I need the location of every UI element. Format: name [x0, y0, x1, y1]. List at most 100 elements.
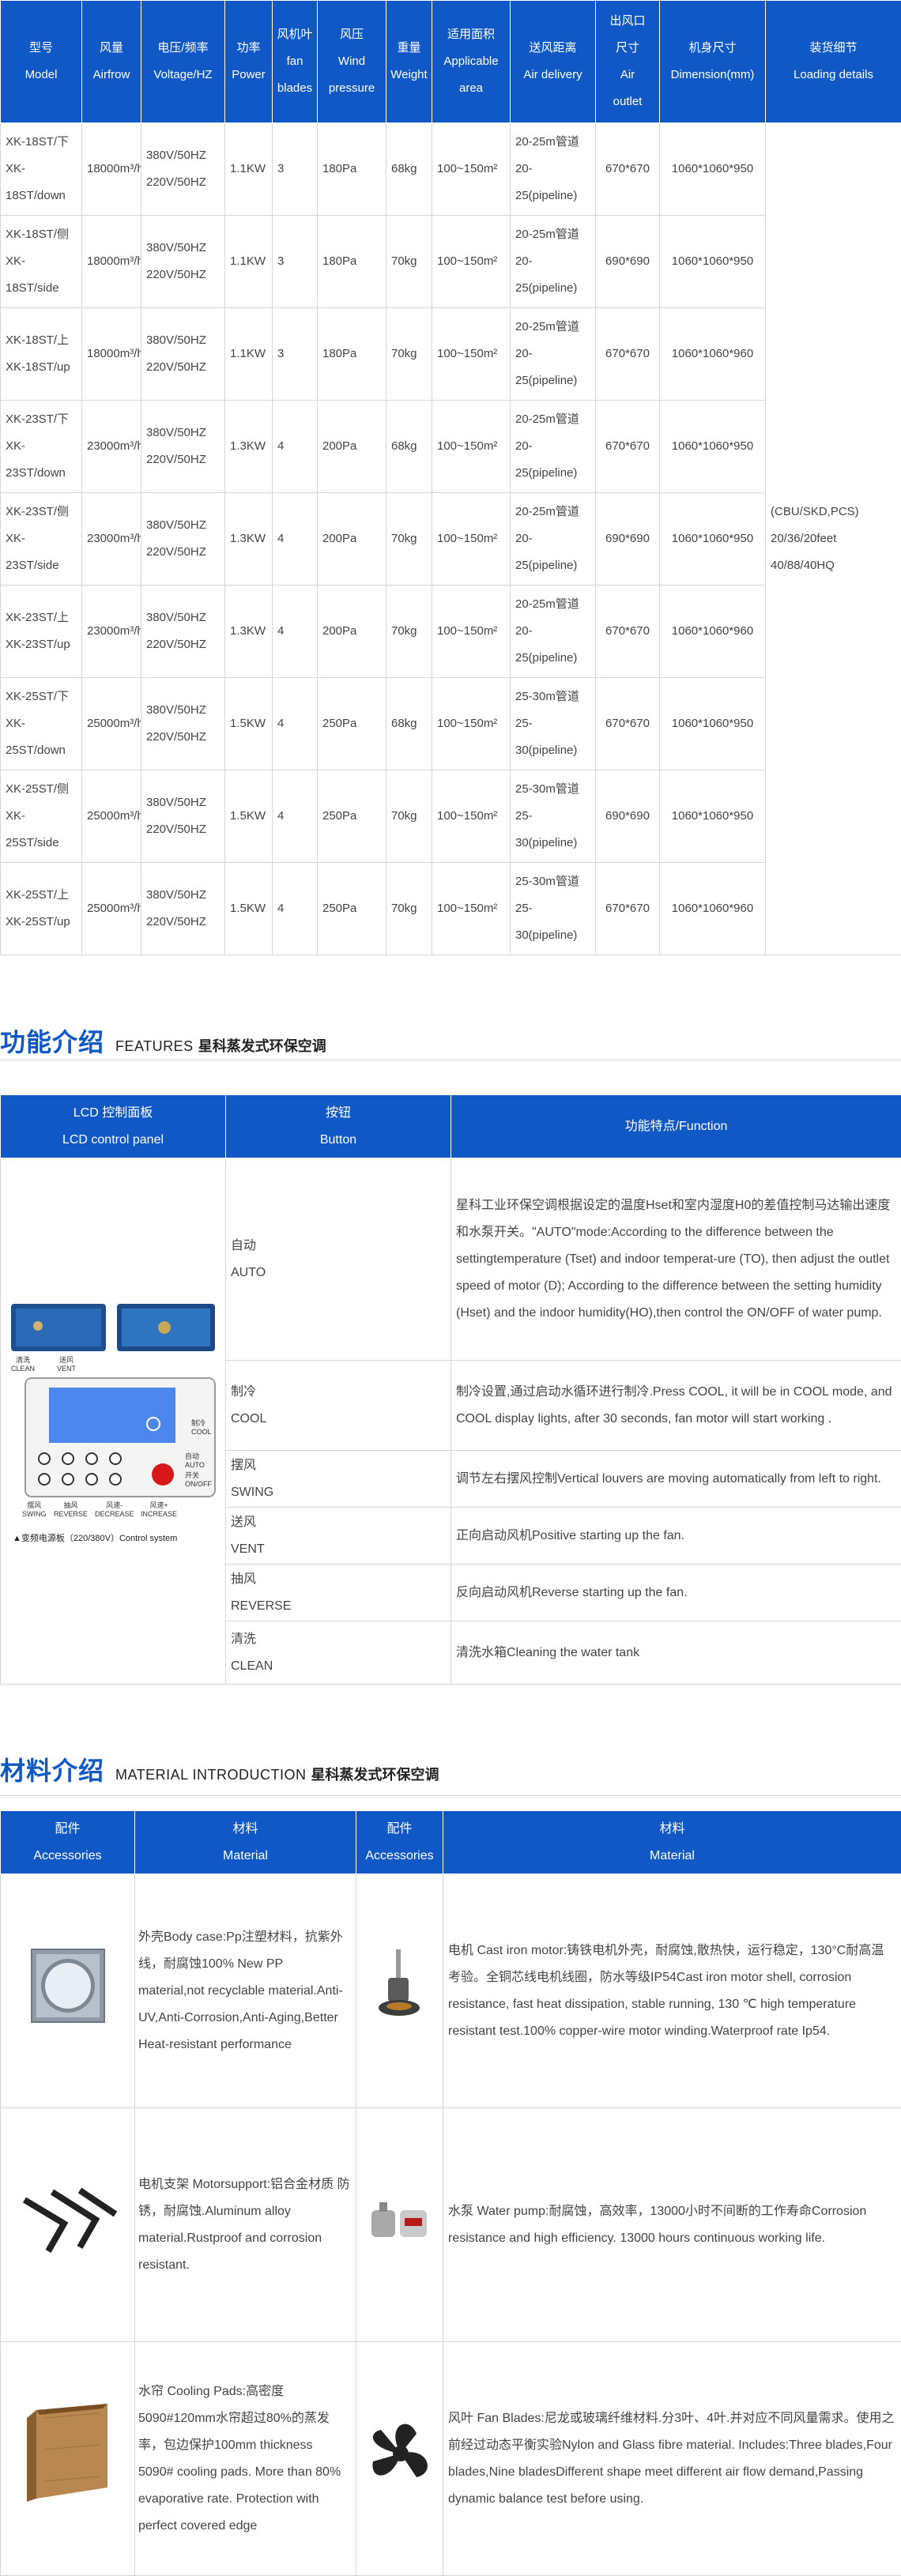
label-decrease: 风速-DECREASE	[95, 1501, 134, 1519]
feature-button-en: SWING	[231, 1479, 446, 1506]
spec-cell-dimension: 1060*1060*960	[660, 586, 766, 678]
spec-cell-weight: 70kg	[386, 770, 432, 863]
spec-cell-pressure: 180Pa	[318, 308, 386, 401]
spec-cell-weight: 70kg	[386, 586, 432, 678]
spec-cell-outlet: 690*690	[596, 493, 660, 586]
feature-button-cn: 清洗	[231, 1626, 446, 1653]
spec-cell-airflow: 23000m³/h	[82, 401, 141, 493]
spec-header-line: Applicable	[434, 48, 508, 75]
spec-header-line: Wind	[319, 48, 384, 75]
feature-button-cn: 制冷	[231, 1379, 446, 1406]
spec-cell-model: XK-18ST/侧XK-18ST/side	[1, 216, 82, 308]
spec-cell-airflow: 18000m³/h	[82, 216, 141, 308]
materials-divider	[0, 1795, 901, 1796]
feature-function-cell: 清洗水箱Cleaning the water tank	[451, 1621, 901, 1685]
spec-cell-dimension: 1060*1060*950	[660, 770, 766, 863]
materials-title-cn: 材料介绍	[0, 1751, 104, 1787]
spec-header-line: 适用面积	[434, 21, 508, 48]
spec-header-line: 功率	[227, 35, 270, 62]
feature-button-cell: 送风VENT	[226, 1508, 451, 1565]
features-header-panel: LCD 控制面板 LCD control panel	[1, 1095, 226, 1158]
reverse-cn: 抽风	[54, 1501, 88, 1510]
decrease-cn: 风速-	[95, 1501, 134, 1510]
spec-header-line: fan	[274, 48, 315, 75]
spec-cell-power: 1.1KW	[225, 216, 273, 308]
spec-cell-airflow: 18000m³/h	[82, 308, 141, 401]
spec-cell-model: XK-25ST/侧XK-25ST/side	[1, 770, 82, 863]
spec-header-line: 出风口	[598, 8, 658, 35]
feature-button-cn: 送风	[231, 1509, 446, 1536]
spec-cell-blades: 3	[273, 123, 318, 216]
spec-cell-loading: (CBU/SKD,PCS) 20/36/20feet 40/88/40HQ	[766, 123, 901, 955]
spec-header-line: 送风距离	[512, 35, 594, 62]
spec-cell-blades: 4	[273, 770, 318, 863]
increase-cn: 风速+	[141, 1501, 177, 1510]
header-panel-cn: LCD 控制面板	[2, 1100, 224, 1127]
spec-cell-airflow: 25000m³/h	[82, 678, 141, 770]
feature-function-cell: 调节左右摆风控制Vertical louvers are moving auto…	[451, 1451, 901, 1508]
header-button-en: Button	[227, 1127, 450, 1154]
spec-cell-power: 1.1KW	[225, 123, 273, 216]
onoff-cn: 开关	[185, 1471, 212, 1480]
features-title-brand: 星科蒸发式环保空调	[198, 1035, 326, 1056]
material-text-right: 风叶 Fan Blades:尼龙或玻璃纤维材料.分3叶、4叶.并对应不同风量需求…	[443, 2342, 901, 2576]
spec-cell-model: XK-25ST/上XK-25ST/up	[1, 863, 82, 955]
vent-en: VENT	[57, 1365, 76, 1373]
spec-cell-power: 1.1KW	[225, 308, 273, 401]
spec-header-line: 尺寸	[598, 35, 658, 62]
spec-header-line: 装货细节	[767, 35, 899, 62]
spec-cell-weight: 70kg	[386, 863, 432, 955]
feature-button-en: COOL	[231, 1406, 446, 1433]
fan-blade-icon	[361, 2410, 440, 2497]
features-section-title: 功能介绍 FEATURES 星科蒸发式环保空调	[0, 955, 901, 1094]
feature-function-cell: 正向启动风机Positive starting up the fan.	[451, 1508, 901, 1565]
spec-header-cell: 装货细节Loading details	[766, 1, 901, 123]
spec-cell-delivery: 20-25m管道20-25(pipeline)	[511, 493, 596, 586]
spec-cell-pressure: 180Pa	[318, 216, 386, 308]
feature-button-cell: 摆风SWING	[226, 1451, 451, 1508]
spec-header-line: blades	[274, 75, 315, 102]
spec-header-line: 风压	[319, 21, 384, 48]
spec-body: XK-18ST/下XK-18ST/down18000m³/h380V/50HZ …	[1, 123, 901, 955]
spec-cell-power: 1.5KW	[225, 863, 273, 955]
spec-header-cell: 功率Power	[225, 1, 273, 123]
vent-cn: 送风	[57, 1356, 76, 1365]
cool-cn: 制冷	[191, 1419, 212, 1428]
spec-header-line: Air	[598, 62, 658, 89]
spec-cell-outlet: 670*670	[596, 863, 660, 955]
clean-en: CLEAN	[11, 1365, 35, 1373]
spec-cell-weight: 68kg	[386, 678, 432, 770]
spec-cell-area: 100~150m²	[432, 308, 511, 401]
cool-en: COOL	[191, 1428, 212, 1437]
material-text-left: 电机支架 Motorsupport:铝合金材质 防锈，耐腐蚀.Aluminum …	[135, 2108, 356, 2342]
spec-row: XK-18ST/下XK-18ST/down18000m³/h380V/50HZ …	[1, 123, 901, 216]
motor-support-image	[1, 2108, 135, 2342]
auto-cn: 自动	[185, 1452, 205, 1461]
swing-en: SWING	[22, 1510, 47, 1519]
features-title-cn: 功能介绍	[0, 1022, 104, 1059]
spec-header-line: Weight	[388, 62, 430, 89]
spec-cell-area: 100~150m²	[432, 586, 511, 678]
spec-cell-model: XK-18ST/上XK-18ST/up	[1, 308, 82, 401]
spec-cell-model: XK-23ST/上XK-23ST/up	[1, 586, 82, 678]
feature-button-cell: 自动AUTO	[226, 1158, 451, 1361]
spec-cell-dimension: 1060*1060*960	[660, 863, 766, 955]
spec-cell-voltage: 380V/50HZ 220V/50HZ	[141, 493, 225, 586]
spec-cell-voltage: 380V/50HZ 220V/50HZ	[141, 586, 225, 678]
spec-header-line: Air delivery	[512, 62, 594, 89]
feature-button-cn: 摆风	[231, 1452, 446, 1479]
spec-cell-blades: 4	[273, 401, 318, 493]
spec-cell-outlet: 670*670	[596, 678, 660, 770]
spec-cell-blades: 3	[273, 308, 318, 401]
control-panel: 清洗CLEAN 送风VENT 制冷COOL 自动AUTO 开关ON/OFF 摆风…	[6, 1299, 220, 1544]
spec-cell-blades: 4	[273, 493, 318, 586]
spec-header-cell: 重量Weight	[386, 1, 432, 123]
spec-header-cell: 型号Model	[1, 1, 82, 123]
decrease-en: DECREASE	[95, 1510, 134, 1519]
onoff-en: ON/OFF	[185, 1480, 212, 1489]
spec-header-line: Dimension(mm)	[662, 62, 763, 89]
mat-header-mat-en: Material	[136, 1843, 355, 1870]
spec-cell-power: 1.3KW	[225, 401, 273, 493]
spec-cell-voltage: 380V/50HZ 220V/50HZ	[141, 308, 225, 401]
spec-cell-dimension: 1060*1060*950	[660, 678, 766, 770]
